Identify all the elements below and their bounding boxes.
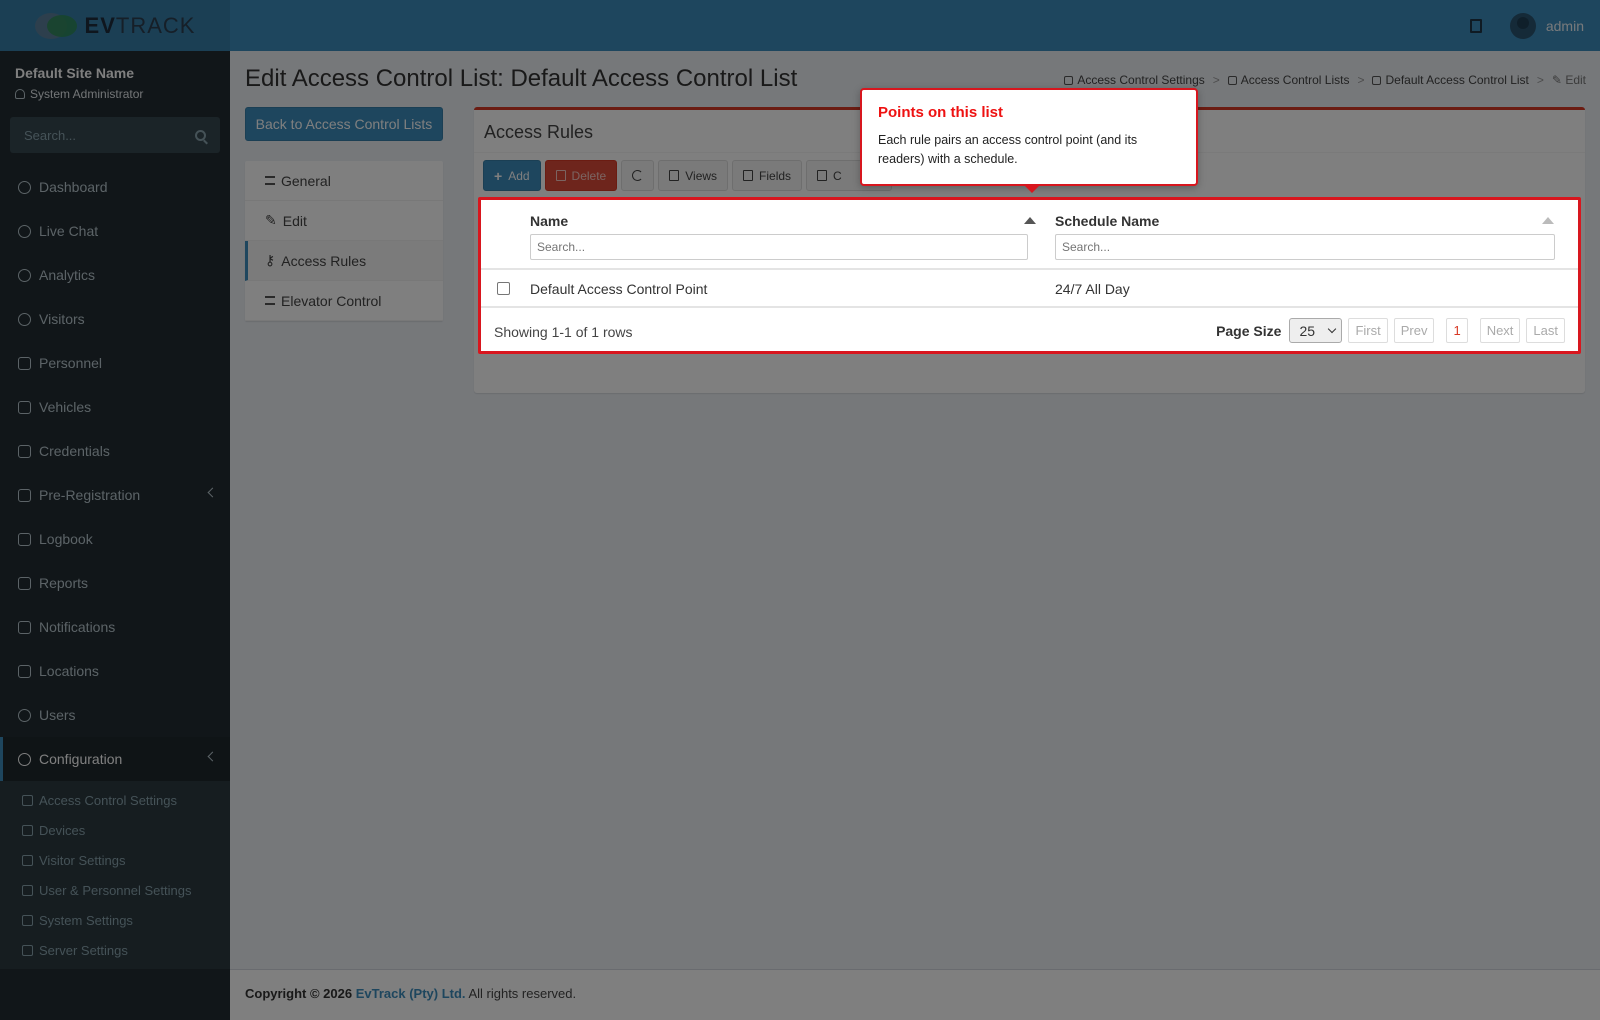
back-to-lists-button[interactable]: Back to Access Control Lists	[245, 107, 443, 141]
views-button[interactable]: Views	[658, 160, 729, 191]
breadcrumb-edit: ✎ Edit	[1551, 73, 1586, 87]
sidebar-item-visitors[interactable]: Visitors	[0, 297, 230, 341]
columns-icon	[743, 170, 754, 181]
pencil-icon: ✎	[1551, 73, 1562, 87]
pencil-icon: ✎	[265, 212, 277, 228]
submenu-access-control-settings[interactable]: Access Control Settings	[0, 785, 230, 815]
users-icon	[18, 708, 31, 722]
lock-icon	[1064, 76, 1074, 85]
sidebar-item-pre-registration[interactable]: Pre-Registration	[0, 473, 230, 517]
chevron-left-icon	[207, 487, 218, 498]
dashboard-icon	[18, 180, 31, 194]
user-gear-icon	[22, 884, 33, 896]
breadcrumb-default-acl[interactable]: Default Access Control List	[1372, 73, 1529, 87]
plus-icon: +	[494, 167, 503, 184]
delete-button[interactable]: Delete	[544, 160, 618, 191]
refresh-icon	[632, 170, 644, 181]
submenu-visitor-settings[interactable]: Visitor Settings	[0, 845, 230, 875]
user-role: System Administrator	[15, 87, 215, 101]
logo[interactable]: EVTRACK	[0, 0, 230, 51]
footer-brand-link[interactable]: EvTrack (Pty) Ltd.	[356, 986, 466, 1001]
submenu-server-settings[interactable]: Server Settings	[0, 935, 230, 965]
tab-edit[interactable]: ✎ Edit	[245, 201, 443, 241]
table-toolbar: + Add Delete Views Fields C	[483, 160, 893, 191]
car-icon	[18, 400, 31, 414]
id-card-icon	[18, 444, 31, 458]
lock-icon	[1372, 76, 1382, 85]
popover-title: Points on this list	[878, 104, 1004, 121]
main-content: Edit Access Control List: Default Access…	[230, 51, 1600, 969]
headset-icon	[18, 224, 31, 238]
sidebar-item-dashboard[interactable]: Dashboard	[0, 165, 230, 209]
avatar	[1509, 12, 1536, 39]
tab-access-rules[interactable]: ⚷ Access Rules	[245, 241, 443, 281]
submenu-user-personnel-settings[interactable]: User & Personnel Settings	[0, 875, 230, 905]
sidebar-item-configuration[interactable]: Configuration	[0, 737, 230, 781]
submenu-system-settings[interactable]: System Settings	[0, 905, 230, 935]
sidebar: Default Site Name System Administrator S…	[0, 51, 230, 1020]
user-icon	[15, 89, 25, 99]
breadcrumb: Access Control Settings > Access Control…	[1064, 73, 1586, 87]
submenu-devices[interactable]: Devices	[0, 815, 230, 845]
add-button[interactable]: + Add	[483, 160, 541, 191]
logo-text: EVTRACK	[84, 12, 196, 38]
sidebar-item-notifications[interactable]: Notifications	[0, 605, 230, 649]
trash-icon	[555, 170, 566, 181]
lock-icon	[22, 794, 33, 806]
tab-general[interactable]: General	[245, 161, 443, 201]
sidebar-item-personnel[interactable]: Personnel	[0, 341, 230, 385]
user-name: admin	[1545, 17, 1584, 34]
bookmark-icon	[669, 170, 680, 181]
menu-icon	[817, 170, 828, 181]
server-icon	[22, 944, 33, 956]
chip-icon	[22, 824, 33, 836]
map-icon	[18, 664, 31, 678]
sidebar-item-users[interactable]: Users	[0, 693, 230, 737]
breadcrumb-access-control-settings[interactable]: Access Control Settings	[1064, 73, 1205, 87]
arrows-icon	[18, 488, 31, 502]
section-tabs: General ✎ Edit ⚷ Access Rules Elevator Con…	[245, 161, 443, 321]
book-icon	[18, 532, 31, 546]
sidebar-item-live-chat[interactable]: Live Chat	[0, 209, 230, 253]
chevron-left-icon	[207, 751, 218, 762]
breadcrumb-access-control-lists[interactable]: Access Control Lists	[1227, 73, 1349, 87]
site-name: Default Site Name	[15, 65, 135, 81]
box-title: Access Rules	[484, 122, 594, 142]
fields-button[interactable]: Fields	[732, 160, 803, 191]
person-icon	[18, 356, 31, 370]
list-icon	[265, 176, 275, 185]
popover-arrow	[1024, 185, 1040, 193]
building-icon[interactable]	[1469, 18, 1482, 33]
spotlight-frame	[478, 197, 1581, 354]
sidebar-search-input[interactable]: Search...	[10, 117, 220, 153]
refresh-button[interactable]	[621, 160, 655, 191]
sidebar-item-vehicles[interactable]: Vehicles	[0, 385, 230, 429]
message-icon	[18, 620, 31, 634]
user-menu[interactable]: admin	[1509, 12, 1584, 39]
top-navbar: EVTRACK admin	[0, 0, 1600, 51]
eye-icon	[22, 854, 33, 866]
lock-icon	[1227, 76, 1237, 85]
sidebar-item-locations[interactable]: Locations	[0, 649, 230, 693]
tab-elevator-control[interactable]: Elevator Control	[245, 281, 443, 321]
configuration-submenu: Access Control Settings Devices Visitor …	[0, 781, 230, 969]
target-icon	[18, 268, 31, 282]
search-icon[interactable]	[195, 129, 206, 141]
footer: Copyright © 2026 EvTrack (Pty) Ltd. All …	[230, 969, 1600, 1020]
chart-icon	[18, 576, 31, 590]
lines-icon	[265, 296, 275, 305]
logo-icon	[34, 11, 77, 41]
sidebar-item-analytics[interactable]: Analytics	[0, 253, 230, 297]
eye-icon	[18, 312, 31, 326]
sidebar-item-credentials[interactable]: Credentials	[0, 429, 230, 473]
tour-popover: Points on this list Each rule pairs an a…	[860, 88, 1198, 193]
page-title: Edit Access Control List: Default Access…	[245, 65, 798, 92]
sidebar-item-logbook[interactable]: Logbook	[0, 517, 230, 561]
gear-icon	[18, 752, 31, 766]
key-icon: ⚷	[265, 252, 276, 268]
sliders-icon	[22, 914, 33, 926]
popover-body: Each rule pairs an access control point …	[878, 133, 1138, 166]
sidebar-item-reports[interactable]: Reports	[0, 561, 230, 605]
